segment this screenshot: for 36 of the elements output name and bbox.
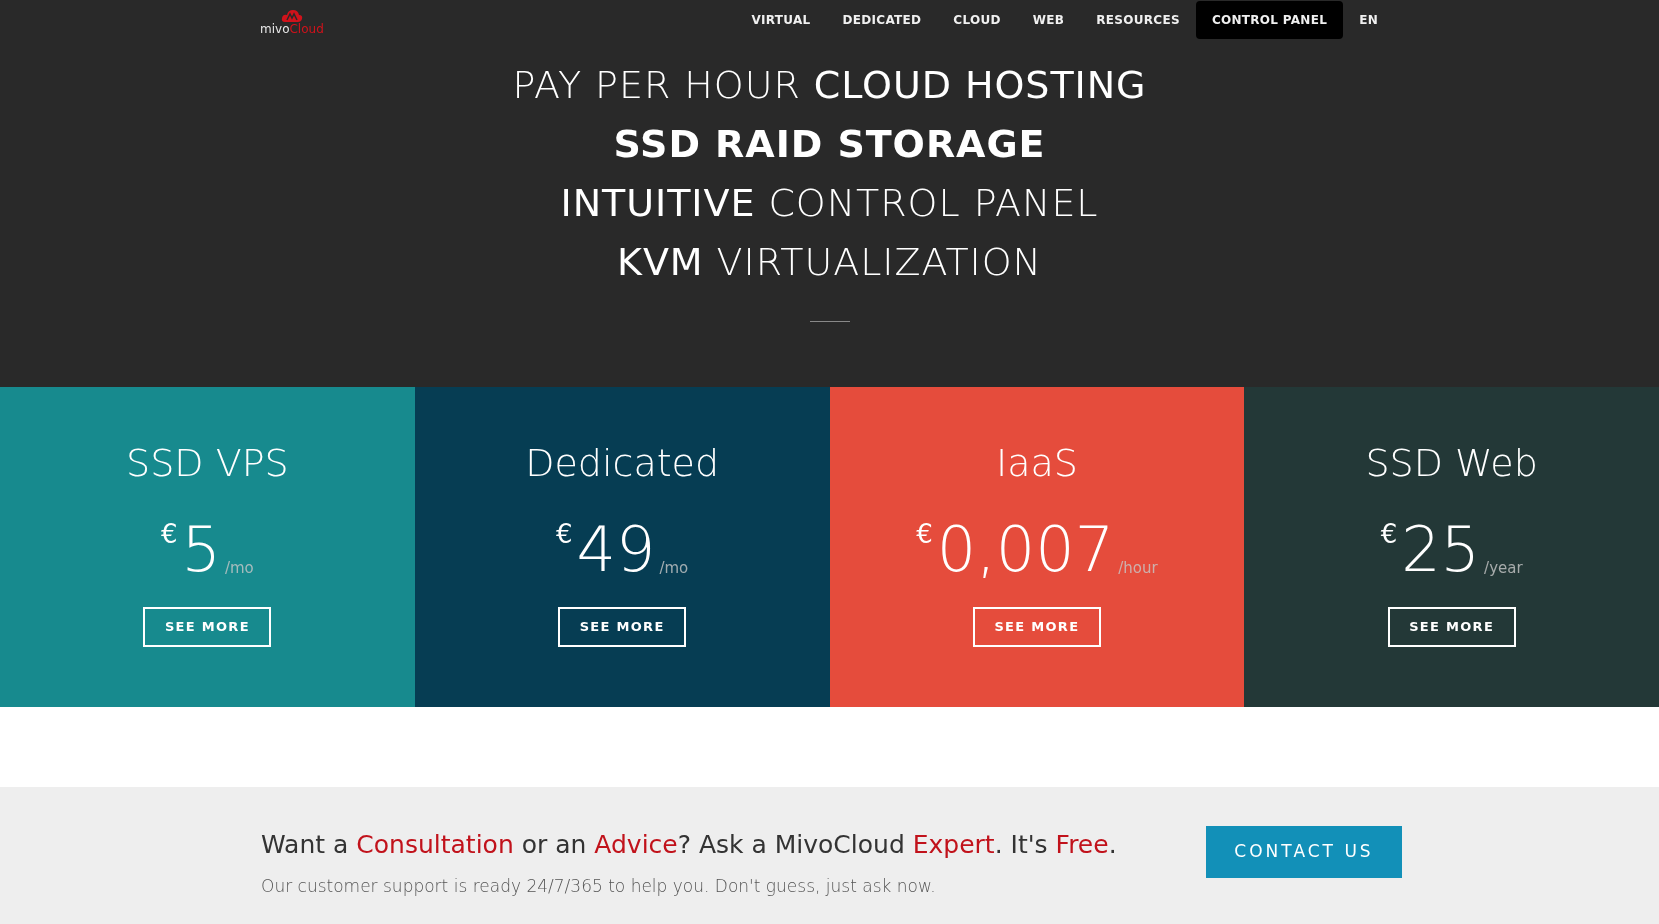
plan-title: SSD Web <box>1365 440 1538 487</box>
price-period: /year <box>1484 557 1523 579</box>
plan-price: 49 <box>576 517 656 583</box>
plan-price: 25 <box>1401 517 1481 583</box>
hero-headline: KVM VIRTUALIZATION <box>617 240 1042 285</box>
consultation-subtext: Our customer support is ready 24/7/365 to help you. Don't guess, just ask now. <box>261 874 937 898</box>
contact-us-button[interactable]: CONTACT US <box>1206 825 1402 878</box>
consultation-headline: Want a Consultation or an Advice? Ask a MivoCloud Expert. It's Free. <box>261 829 1117 861</box>
currency-symbol: € <box>160 518 178 551</box>
nav-link[interactable]: CONTROL PANEL <box>1195 1 1344 39</box>
plan-price: 0,007 <box>936 517 1115 583</box>
nav-link[interactable]: DEDICATED <box>826 1 938 39</box>
plan-price: 5 <box>181 517 221 583</box>
logo-text[interactable]: mivoCloud <box>260 23 324 35</box>
see-more-button[interactable]: SEE MORE <box>558 607 687 647</box>
hero-headline: INTUITIVE CONTROL PANEL <box>560 181 1099 226</box>
currency-symbol: € <box>1380 518 1398 551</box>
currency-symbol: € <box>555 518 573 551</box>
see-more-button[interactable]: SEE MORE <box>1387 607 1516 647</box>
cloud-logo-icon <box>280 9 303 23</box>
nav-link[interactable]: CLOUD <box>937 1 1017 39</box>
plan-title: IaaS <box>995 440 1078 487</box>
hero-headline: SSD RAID STORAGE <box>613 122 1046 167</box>
nav-link[interactable]: WEB <box>1016 1 1081 39</box>
see-more-button[interactable]: SEE MORE <box>972 607 1101 647</box>
hero-headline: PAY PER HOUR CLOUD HOSTING <box>512 63 1147 108</box>
plan-title: Dedicated <box>525 440 720 487</box>
price-period: /mo <box>224 557 254 579</box>
price-period: /mo <box>659 557 689 579</box>
nav-link[interactable]: EN <box>1343 1 1394 39</box>
plan-title: SSD VPS <box>126 440 289 487</box>
currency-symbol: € <box>916 518 933 551</box>
nav-link[interactable]: VIRTUAL <box>735 1 827 39</box>
nav-link[interactable]: RESOURCES <box>1080 1 1196 39</box>
price-period: /hour <box>1118 557 1158 579</box>
see-more-button[interactable]: SEE MORE <box>143 607 272 647</box>
